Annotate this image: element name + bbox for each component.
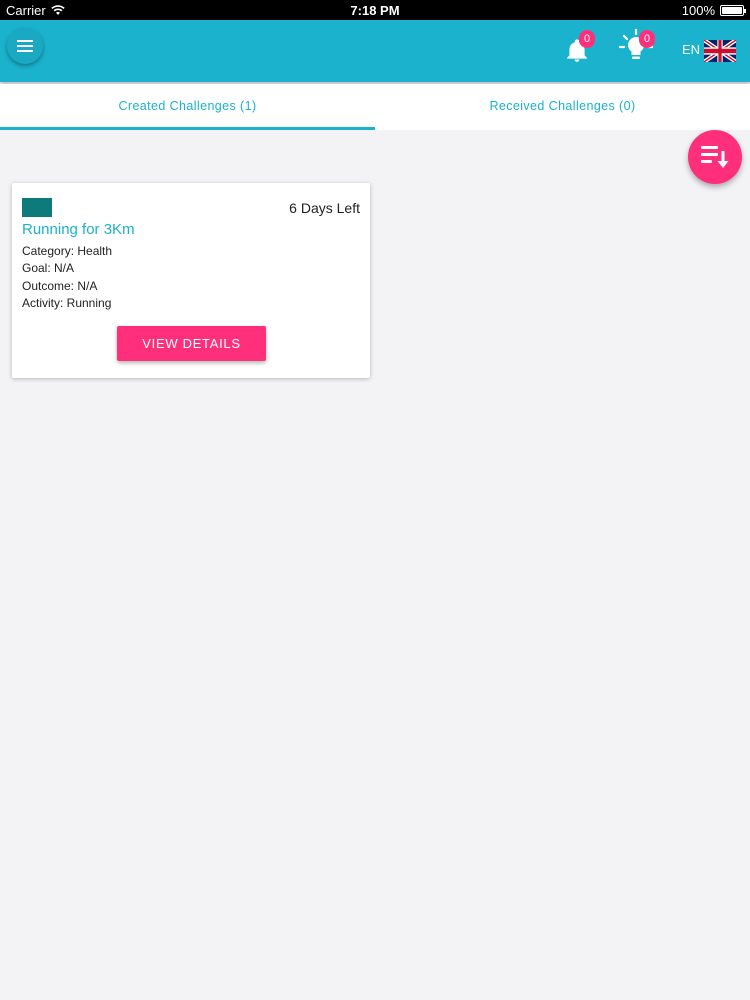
days-left: 6 Days Left [289, 200, 360, 216]
view-details-button[interactable]: VIEW DETAILS [117, 326, 266, 361]
challenge-card: 6 Days Left Running for 3Km Category: He… [12, 183, 370, 378]
challenge-tabs: Created Challenges (1) Received Challeng… [0, 84, 750, 130]
challenge-outcome: Outcome: N/A [22, 279, 98, 293]
status-right: 100% [681, 3, 746, 18]
battery-percent: 100% [681, 3, 715, 18]
status-time: 7:18 PM [350, 3, 400, 18]
challenge-color-swatch [22, 198, 52, 217]
ideas-button[interactable]: 0 [618, 28, 655, 64]
language-label[interactable]: EN [682, 42, 700, 57]
challenge-category: Category: Health [22, 244, 113, 258]
status-bar: Carrier 7:18 PM 100% [0, 0, 750, 20]
sort-list-icon [701, 146, 729, 168]
tab-received-challenges[interactable]: Received Challenges (0) [375, 84, 750, 130]
challenge-activity: Activity: Running [22, 296, 112, 310]
sort-button[interactable] [688, 130, 742, 184]
menu-button[interactable] [7, 28, 43, 64]
ideas-badge: 0 [639, 30, 655, 48]
battery-icon [720, 5, 746, 16]
app-bar: 0 0 EN [0, 20, 750, 82]
notifications-badge: 0 [579, 30, 595, 48]
tab-created-challenges[interactable]: Created Challenges (1) [0, 84, 375, 130]
notifications-button[interactable]: 0 [564, 30, 595, 66]
uk-flag-icon[interactable] [704, 40, 736, 62]
hamburger-menu-icon [17, 40, 33, 52]
challenge-goal: Goal: N/A [22, 261, 75, 275]
challenge-title: Running for 3Km [22, 221, 135, 238]
